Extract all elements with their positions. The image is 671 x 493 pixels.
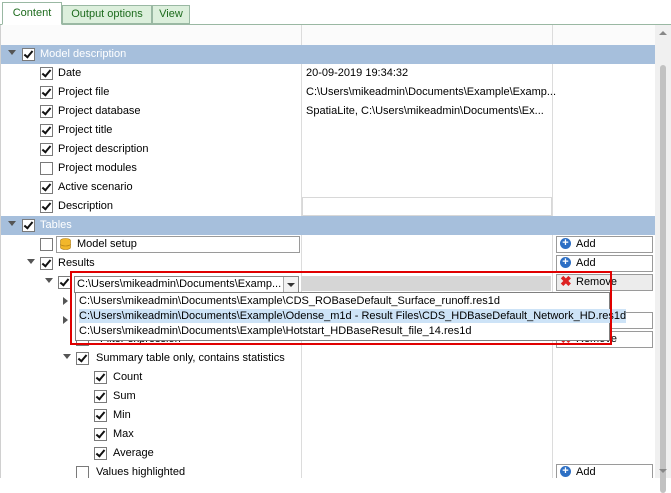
row-label: Results — [58, 257, 95, 269]
row-label: Project file — [58, 86, 110, 98]
row-label: Count — [113, 371, 143, 383]
row-active-scenario: Active scenario — [1, 178, 656, 197]
add-button-label: Add — [576, 466, 596, 478]
row-label: Description — [58, 200, 114, 212]
tab-output-options[interactable]: Output options — [62, 5, 152, 24]
add-button-label: Add — [576, 257, 596, 269]
tab-bar: Content Output options View — [0, 0, 671, 25]
row-project-file: Project file C:\Users\mikeadmin\Document… — [1, 83, 656, 102]
description-value-cell[interactable] — [302, 197, 552, 216]
add-icon: + — [560, 238, 571, 249]
row-date: Date 20-09-2019 19:34:32 — [1, 64, 656, 83]
tab-view[interactable]: View — [152, 5, 190, 24]
project-title-checkbox[interactable] — [40, 124, 53, 137]
scrollbar-thumb[interactable] — [660, 65, 666, 493]
date-checkbox[interactable] — [40, 67, 53, 80]
row-label: Project modules — [58, 162, 137, 174]
add-icon: + — [560, 466, 571, 477]
row-average: Average — [1, 444, 656, 463]
row-label: Project description — [58, 143, 149, 155]
database-icon — [60, 238, 71, 250]
row-project-description: Project description — [1, 140, 656, 159]
content-tree-grid: Model description Date 20-09-2019 19:34:… — [0, 25, 656, 478]
row-value: 20-09-2019 19:34:32 — [306, 67, 409, 79]
results-checkbox[interactable] — [40, 257, 53, 270]
average-checkbox[interactable] — [94, 447, 107, 460]
group-label: Model description — [40, 48, 127, 60]
add-button[interactable]: + Add — [556, 255, 653, 272]
values-highlighted-checkbox[interactable] — [76, 466, 89, 478]
active-scenario-checkbox[interactable] — [40, 181, 53, 194]
row-label: Active scenario — [58, 181, 133, 193]
row-label: Project title — [58, 124, 113, 136]
row-label: Min — [113, 409, 131, 421]
model-setup-field[interactable]: Model setup — [56, 236, 300, 253]
row-description: Description — [1, 197, 656, 216]
row-max: Max — [1, 425, 656, 444]
add-icon: + — [560, 257, 571, 268]
row-project-title: Project title — [1, 121, 656, 140]
collapse-arrow-icon[interactable] — [63, 354, 71, 359]
group-label: Tables — [40, 219, 72, 231]
min-checkbox[interactable] — [94, 409, 107, 422]
row-label: Average — [113, 447, 154, 459]
group-model-description[interactable]: Model description — [1, 45, 656, 64]
project-modules-checkbox[interactable] — [40, 162, 53, 175]
row-label: Max — [113, 428, 134, 440]
add-button[interactable]: + Add — [556, 236, 653, 253]
row-label: Project database — [58, 105, 141, 117]
row-value: C:\Users\mikeadmin\Documents\Example\Exa… — [306, 86, 557, 98]
add-button-label: Add — [576, 238, 596, 250]
row-label: Date — [58, 67, 82, 79]
project-description-checkbox[interactable] — [40, 143, 53, 156]
expand-arrow-icon[interactable] — [63, 297, 68, 305]
row-label: Sum — [113, 390, 136, 402]
max-checkbox[interactable] — [94, 428, 107, 441]
count-checkbox[interactable] — [94, 371, 107, 384]
scroll-up-icon[interactable] — [659, 31, 667, 35]
tables-checkbox[interactable] — [22, 219, 35, 232]
row-sum: Sum — [1, 387, 656, 406]
vertical-scrollbar[interactable] — [655, 25, 671, 493]
summary-table-checkbox[interactable] — [76, 352, 89, 365]
collapse-arrow-icon[interactable] — [8, 50, 16, 55]
add-button[interactable]: + Add — [556, 464, 653, 478]
expand-arrow-icon[interactable] — [63, 316, 68, 324]
row-label: Values highlighted — [96, 466, 186, 478]
row-summary-table: Summary table only, contains statistics — [1, 349, 656, 368]
model-setup-checkbox[interactable] — [40, 238, 53, 251]
highlight-box — [70, 271, 612, 345]
row-project-database: Project database SpatiaLite, C:\Users\mi… — [1, 102, 656, 121]
tab-content[interactable]: Content — [2, 2, 62, 25]
row-label: Summary table only, contains statistics — [96, 352, 285, 364]
row-count: Count — [1, 368, 656, 387]
row-value: SpatiaLite, C:\Users\mikeadmin\Documents… — [306, 105, 544, 117]
description-checkbox[interactable] — [40, 200, 53, 213]
model-description-checkbox[interactable] — [22, 48, 35, 61]
collapse-arrow-icon[interactable] — [45, 278, 53, 283]
group-tables[interactable]: Tables — [1, 216, 656, 235]
row-values-highlighted: Values highlighted + Add — [1, 463, 656, 478]
row-min: Min — [1, 406, 656, 425]
grid-header — [1, 25, 656, 46]
row-project-modules: Project modules — [1, 159, 656, 178]
collapse-arrow-icon[interactable] — [27, 259, 35, 264]
project-database-checkbox[interactable] — [40, 105, 53, 118]
collapse-arrow-icon[interactable] — [8, 221, 16, 226]
model-setup-label: Model setup — [77, 238, 137, 250]
sum-checkbox[interactable] — [94, 390, 107, 403]
row-model-setup: Model setup + Add — [1, 235, 656, 254]
scroll-down-icon[interactable] — [659, 469, 667, 473]
project-file-checkbox[interactable] — [40, 86, 53, 99]
